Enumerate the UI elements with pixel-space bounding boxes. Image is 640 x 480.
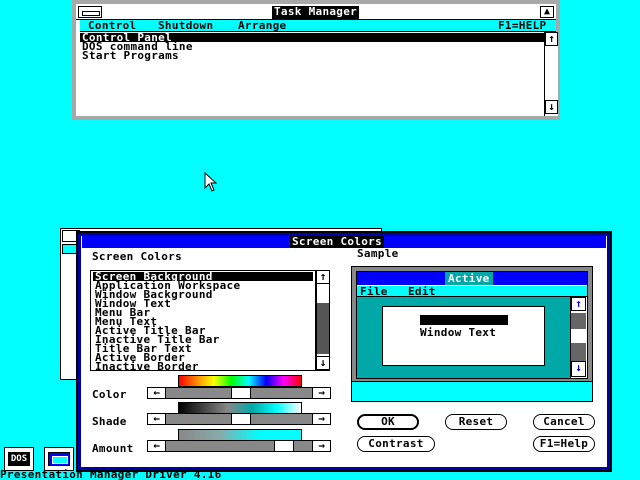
amount-slider[interactable]: ← →: [147, 440, 331, 452]
maximize-icon[interactable]: ▲: [540, 6, 554, 18]
cancel-button[interactable]: Cancel: [533, 414, 595, 430]
amount-label: Amount: [92, 442, 134, 455]
color-label: Color: [92, 388, 127, 401]
scroll-down-icon[interactable]: ↓: [316, 356, 330, 370]
sample-menubar: File Edit: [357, 286, 587, 297]
sample-scroll-thumb: [571, 313, 586, 329]
amount-slider-thumb[interactable]: [274, 441, 294, 451]
list-item[interactable]: Inactive Border: [95, 361, 199, 372]
left-arrow-icon[interactable]: ←: [148, 440, 166, 451]
menu-shutdown[interactable]: Shutdown: [158, 20, 213, 31]
program-list-scrollbar[interactable]: ↑ ↓: [544, 32, 558, 116]
right-arrow-icon[interactable]: →: [312, 387, 330, 398]
element-list-scroll-thumb[interactable]: [317, 303, 329, 354]
screen-element-list: Screen Background Application Workspace …: [90, 270, 316, 372]
screen-colors-label: Screen Colors: [92, 250, 182, 263]
shade-slider[interactable]: ← →: [147, 413, 331, 425]
mouse-pointer-icon: [204, 172, 218, 192]
contrast-button[interactable]: Contrast: [357, 436, 435, 452]
scroll-down-icon: ↓: [571, 361, 586, 377]
right-arrow-icon[interactable]: →: [312, 413, 330, 424]
sample-scrollbar: ↑ ↓: [570, 297, 586, 378]
shade-slider-thumb[interactable]: [231, 414, 251, 424]
sample-menu-file: File: [360, 285, 388, 298]
color-slider-thumb[interactable]: [231, 388, 251, 398]
scroll-down-icon[interactable]: ↓: [545, 100, 558, 114]
left-arrow-icon[interactable]: ←: [148, 387, 166, 398]
reset-button[interactable]: Reset: [445, 414, 507, 430]
left-arrow-icon[interactable]: ←: [148, 413, 166, 424]
status-line: Presentation Manager Driver 4.16: [0, 468, 222, 480]
sample-scroll-track: [571, 343, 586, 361]
color-slider[interactable]: ← →: [147, 387, 331, 399]
scroll-up-icon: ↑: [571, 297, 586, 311]
sample-menu-edit: Edit: [408, 285, 436, 298]
color-spectrum: [178, 375, 302, 387]
menu-arrange[interactable]: Arrange: [238, 20, 286, 31]
sample-label: Sample: [357, 247, 399, 260]
task-manager-title: Task Manager: [272, 5, 360, 19]
ok-button[interactable]: OK: [357, 414, 419, 430]
program-list: Control Panel DOS command line Start Pro…: [80, 32, 544, 116]
scroll-up-icon[interactable]: ↑: [316, 270, 330, 284]
help-button[interactable]: F1=Help: [533, 436, 595, 452]
sample-window-text: Window Text: [420, 326, 497, 339]
menu-control[interactable]: Control: [88, 20, 136, 31]
right-arrow-icon[interactable]: →: [312, 440, 330, 451]
sample-title: Active: [445, 272, 493, 285]
shade-label: Shade: [92, 415, 127, 428]
sample-highlight-bar: [420, 315, 508, 325]
scroll-up-icon[interactable]: ↑: [545, 32, 558, 46]
system-menu-icon[interactable]: [78, 6, 102, 18]
menu-help[interactable]: F1=HELP: [498, 20, 546, 31]
program-item-start[interactable]: Start Programs: [80, 50, 544, 61]
